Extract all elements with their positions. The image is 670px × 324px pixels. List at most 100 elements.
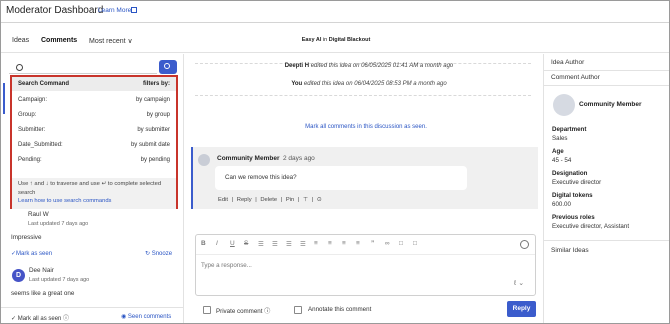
- idea-name[interactable]: Digital Blackout: [329, 37, 371, 43]
- dropdown-header-left: Search Command: [18, 81, 70, 87]
- bullet-list-icon[interactable]: ☰: [258, 240, 264, 248]
- pin-button[interactable]: Pin: [286, 197, 294, 203]
- mark-all-seen-button[interactable]: ✓ Mark all as seen ⓘ: [11, 313, 69, 322]
- editor-toolbar: B I U S ☰ ☰ ☰ ☰ ≡ ≡ ≡ ≡ ” ∞ □ □: [196, 235, 535, 255]
- comment-snippet[interactable]: seems like a great one: [11, 290, 74, 297]
- idea-owner: Easy AI: [301, 37, 322, 43]
- field-value: 600.00: [552, 201, 571, 208]
- align-right-icon[interactable]: ≡: [342, 240, 346, 247]
- action-separator: |: [297, 197, 300, 203]
- annotate-checkbox[interactable]: [294, 306, 302, 314]
- link-icon[interactable]: ∞: [385, 240, 390, 247]
- snooze-button[interactable]: ↻ Snooze: [145, 250, 172, 257]
- move-top-icon[interactable]: ⊤: [303, 197, 308, 203]
- align-center-icon[interactable]: ≡: [328, 240, 332, 247]
- divider: [544, 70, 669, 71]
- private-comment-checkbox[interactable]: [203, 306, 211, 314]
- search-input[interactable]: [9, 62, 157, 74]
- search-command-option[interactable]: Group: by group: [12, 112, 176, 122]
- field-label: Department: [552, 126, 587, 133]
- strikethrough-icon[interactable]: S: [244, 240, 248, 247]
- comment-actions: Edit | Reply | Delete | Pin | ⊤ | ⊙: [218, 197, 324, 203]
- action-separator: |: [311, 197, 314, 203]
- activity-entry: Deepti H edited this idea on 06/05/2025 …: [219, 63, 519, 69]
- private-comment-text: Private comment: [216, 308, 263, 315]
- activity-text: edited this idea on 06/04/2025 08:53 PM …: [303, 81, 447, 87]
- align-left-icon[interactable]: ≡: [314, 240, 318, 247]
- align-justify-icon[interactable]: ≡: [356, 240, 360, 247]
- idea-title: Easy AI in Digital Blackout: [1, 37, 669, 43]
- tab-comment-author[interactable]: Comment Author: [551, 74, 600, 81]
- commenter-name[interactable]: Dee Nair: [29, 267, 54, 274]
- edit-button[interactable]: Edit: [218, 197, 228, 203]
- image-icon[interactable]: □: [413, 240, 417, 247]
- field-value: Executive director: [552, 179, 602, 186]
- search-icon: [164, 63, 170, 69]
- comment-text: Can we remove this idea?: [225, 174, 297, 181]
- tab-similar-ideas[interactable]: Similar Ideas: [551, 247, 589, 254]
- idea-separator: in: [322, 37, 328, 43]
- command-filter: by pending: [140, 157, 170, 163]
- tab-idea-author[interactable]: Idea Author: [551, 59, 584, 66]
- search-command-dropdown: Search Command filters by: Campaign: by …: [10, 75, 178, 209]
- mark-all-discussion-seen-link[interactable]: Mark all comments in this discussion as …: [191, 124, 541, 130]
- command-filter: by campaign: [135, 97, 170, 103]
- external-link-icon[interactable]: [131, 7, 137, 13]
- page-header: Moderator Dashboard Learn More: [1, 1, 669, 23]
- learn-more-link[interactable]: Learn More: [98, 7, 131, 14]
- field-value: 45 - 54: [552, 157, 572, 164]
- bold-icon[interactable]: B: [201, 240, 206, 247]
- learn-search-commands-link[interactable]: Learn how to use search commands: [18, 198, 111, 204]
- comment-card: Community Member 2 days ago Can we remov…: [191, 147, 538, 209]
- field-label: Age: [552, 148, 564, 155]
- action-separator: |: [255, 197, 257, 203]
- dropdown-header: Search Command filters by:: [12, 77, 176, 91]
- search-command-option[interactable]: Pending: by pending: [12, 157, 176, 167]
- reply-action-button[interactable]: Reply: [237, 197, 252, 203]
- action-separator: |: [231, 197, 234, 203]
- field-label: Designation: [552, 170, 588, 177]
- avatar: [198, 154, 210, 166]
- command-name: Date_Submitted:: [18, 142, 63, 148]
- author-panel: Idea Author Comment Author Community Mem…: [543, 54, 669, 323]
- field-value: Sales: [552, 135, 568, 142]
- comment-snippet[interactable]: Impressive: [11, 234, 41, 241]
- underline-icon[interactable]: U: [230, 240, 235, 247]
- field-label: Previous roles: [552, 214, 595, 221]
- divider: [544, 240, 669, 241]
- activity-user: You: [291, 81, 303, 87]
- command-name: Pending:: [18, 157, 42, 163]
- command-filter: by group: [146, 112, 170, 118]
- video-icon[interactable]: □: [399, 240, 403, 247]
- numbered-list-icon[interactable]: ☰: [272, 240, 278, 248]
- emoji-icon[interactable]: [520, 240, 529, 249]
- command-filter: by submitter: [137, 127, 170, 133]
- activity-user: Deepti H: [284, 63, 310, 69]
- seen-comments-button[interactable]: ◉ Seen comments: [121, 313, 171, 320]
- attachment-icon[interactable]: ℓ ⌄: [514, 279, 524, 287]
- react-icon[interactable]: ⊙: [317, 197, 322, 203]
- search-command-option[interactable]: Date_Submitted: by submit date: [12, 142, 176, 152]
- mark-as-seen-button[interactable]: ✓Mark as seen: [11, 250, 52, 257]
- author-name[interactable]: Community Member: [579, 101, 641, 108]
- italic-icon[interactable]: I: [216, 240, 218, 247]
- commenter-name[interactable]: Raul W: [28, 211, 49, 218]
- comment-author[interactable]: Community Member: [217, 155, 279, 162]
- response-input[interactable]: Type a response...: [201, 262, 252, 269]
- outdent-icon[interactable]: ☰: [286, 240, 292, 248]
- command-name: Campaign:: [18, 97, 48, 103]
- indent-icon[interactable]: ☰: [300, 240, 306, 248]
- delete-button[interactable]: Delete: [260, 197, 277, 203]
- search-button[interactable]: [159, 60, 177, 74]
- last-updated: Last updated 7 days ago: [28, 221, 89, 227]
- reply-editor: B I U S ☰ ☰ ☰ ☰ ≡ ≡ ≡ ≡ ” ∞ □ □ Type a r…: [195, 234, 536, 296]
- search-command-option[interactable]: Submitter: by submitter: [12, 127, 176, 137]
- mark-as-seen-label: Mark as seen: [16, 251, 53, 257]
- comment-bubble: Can we remove this idea?: [215, 166, 467, 190]
- dropdown-footer: Use ↑ and ↓ to traverse and use ↵ to com…: [12, 178, 176, 209]
- reply-button[interactable]: Reply: [507, 301, 536, 317]
- quote-icon[interactable]: ”: [371, 240, 374, 247]
- page-title: Moderator Dashboard: [6, 5, 104, 16]
- keyboard-hint: Use ↑ and ↓ to traverse and use ↵ to com…: [18, 181, 162, 196]
- search-command-option[interactable]: Campaign: by campaign: [12, 97, 176, 107]
